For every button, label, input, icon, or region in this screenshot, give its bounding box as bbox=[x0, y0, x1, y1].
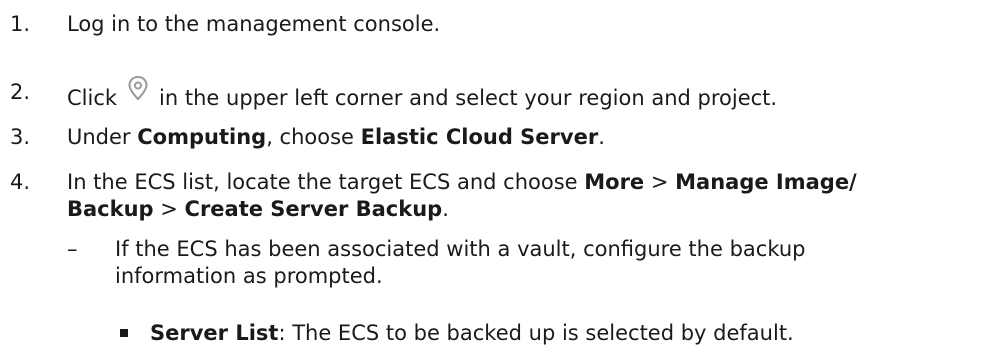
bold-term: Create Server Backup bbox=[184, 197, 443, 221]
bold-term: Manage Image/ bbox=[675, 170, 857, 194]
text-run: > bbox=[153, 197, 185, 221]
document-body: 1. Log in to the management console. 2. … bbox=[0, 0, 1008, 363]
sub-item-text: If the ECS has been associated with a va… bbox=[115, 236, 995, 290]
location-pin-icon bbox=[123, 73, 153, 103]
text-run: . bbox=[598, 125, 605, 149]
text-run: , choose bbox=[266, 125, 361, 149]
bold-term: More bbox=[584, 170, 645, 194]
bold-term: Elastic Cloud Server bbox=[360, 125, 599, 149]
text-run: If the ECS has been associated with a va… bbox=[115, 237, 806, 261]
sub-sub-item-text: Server List: The ECS to be backed up is … bbox=[150, 320, 1000, 347]
step-number: 3. bbox=[10, 125, 31, 149]
bold-term: Computing bbox=[137, 125, 267, 149]
step-number: 1. bbox=[10, 12, 31, 36]
dash-marker: – bbox=[67, 237, 78, 261]
step-text: Under Computing, choose Elastic Cloud Se… bbox=[67, 124, 1003, 151]
square-bullet-icon bbox=[120, 329, 128, 337]
step-text: Log in to the management console. bbox=[67, 12, 441, 36]
text-run: : The ECS to be backed up is selected by… bbox=[278, 321, 794, 345]
step-text-part: in the upper left corner and select your… bbox=[159, 86, 778, 110]
bold-term: Backup bbox=[67, 197, 154, 221]
step-text: Click in the upper left corner and select… bbox=[67, 75, 1003, 112]
text-run: information as prompted. bbox=[115, 264, 383, 288]
text-run: . bbox=[442, 197, 449, 221]
text-run: Under bbox=[67, 125, 138, 149]
bold-term: Server List bbox=[150, 321, 279, 345]
step-number: 2. bbox=[10, 80, 31, 104]
step-number: 4. bbox=[10, 170, 31, 194]
text-run: > bbox=[644, 170, 676, 194]
text-run: In the ECS list, locate the target ECS a… bbox=[67, 170, 585, 194]
step-text-part: Click bbox=[67, 86, 118, 110]
step-text: In the ECS list, locate the target ECS a… bbox=[67, 169, 1003, 223]
